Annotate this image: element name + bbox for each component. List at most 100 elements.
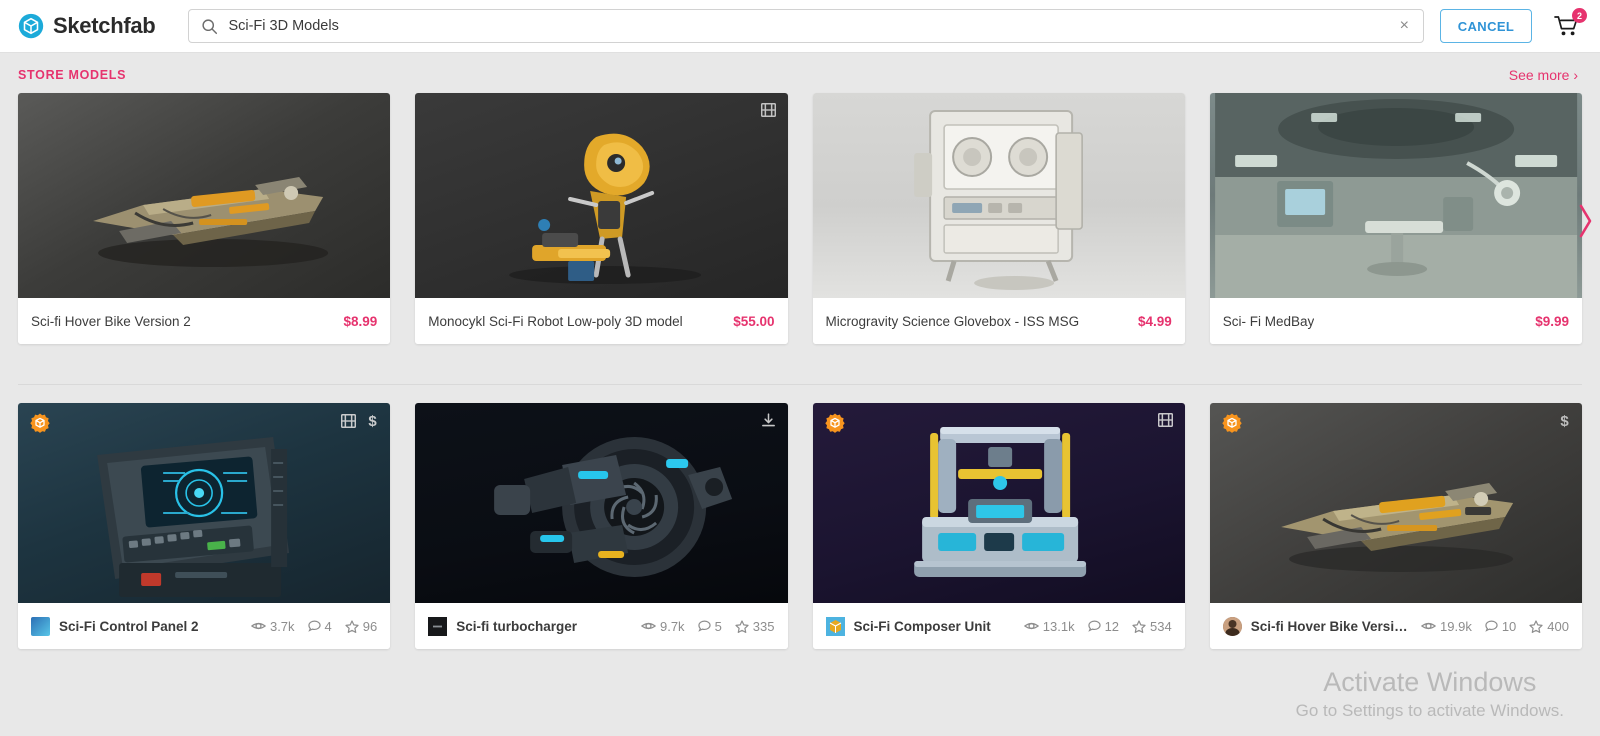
search-box[interactable]: × xyxy=(188,9,1424,43)
model-thumbnail[interactable] xyxy=(812,93,1185,298)
model-price: $8.99 xyxy=(343,313,378,329)
comments-stat: 10 xyxy=(1485,619,1516,634)
store-model-card[interactable]: Monocykl Sci-Fi Robot Low-poly 3D model … xyxy=(415,93,788,344)
likes-stat: 335 xyxy=(735,619,775,634)
likes-count: 400 xyxy=(1547,618,1569,634)
avatar-image xyxy=(825,616,845,636)
model-author[interactable]: Sci-fi Hover Bike Versio... xyxy=(1222,616,1412,636)
dollar-icon: $ xyxy=(369,413,378,429)
model-price: $9.99 xyxy=(1535,313,1569,329)
comments-count: 12 xyxy=(1104,618,1120,634)
model-author[interactable]: Sci-fi turbocharger xyxy=(428,616,578,636)
download-icon xyxy=(761,413,775,427)
likes-stat: 400 xyxy=(1529,619,1569,634)
avatar xyxy=(1222,616,1242,636)
star-icon xyxy=(735,619,749,633)
staff-pick-badge xyxy=(1222,413,1242,438)
store-models-section-header: STORE MODELS See more › xyxy=(0,53,1600,93)
brand-logo-link[interactable]: Sketchfab xyxy=(18,13,156,39)
staff-pick-badge xyxy=(824,413,845,438)
store-models-grid: Sci-fi Hover Bike Version 2 $8.99 Monocy… xyxy=(0,93,1600,344)
model-thumbnail[interactable]: $ xyxy=(1209,403,1582,603)
search-icon xyxy=(202,18,218,34)
model-thumbnail[interactable] xyxy=(415,93,788,298)
likes-stat: 534 xyxy=(1132,619,1172,634)
comment-icon xyxy=(697,620,711,632)
model-author[interactable]: Sci-Fi Composer Unit xyxy=(825,616,991,636)
views-stat: 19.9k xyxy=(1421,619,1472,634)
card-footer: Sci-fi Hover Bike Versio... 19.9k 10 400 xyxy=(1209,603,1582,649)
eye-icon xyxy=(1023,622,1039,630)
likes-count: 335 xyxy=(752,618,775,634)
store-model-card[interactable]: Sci- Fi MedBay $9.99 xyxy=(1209,93,1582,344)
eye-icon xyxy=(640,622,656,630)
model-thumbnail[interactable] xyxy=(415,403,788,603)
views-stat: 13.1k xyxy=(1023,618,1075,634)
avatar xyxy=(825,616,845,636)
model-card[interactable]: $ xyxy=(1209,403,1582,649)
section-divider xyxy=(18,384,1582,385)
model-stats: 3.7k 4 96 xyxy=(250,618,377,634)
cart-badge-count: 2 xyxy=(1572,8,1587,23)
animation-icon xyxy=(341,414,357,428)
card-footer: Sci-Fi Composer Unit 13.1k 12 534 xyxy=(812,603,1185,649)
animation-icon xyxy=(1157,413,1173,427)
model-title: Sci-Fi Composer Unit xyxy=(853,618,991,634)
comment-icon xyxy=(1485,620,1498,632)
clear-search-icon[interactable]: × xyxy=(1396,16,1413,36)
model-title: Sci-Fi Control Panel 2 xyxy=(59,618,199,634)
star-icon xyxy=(1132,619,1146,633)
thumbnail-badges xyxy=(1157,413,1173,427)
likes-count: 534 xyxy=(1150,618,1172,634)
views-stat: 3.7k xyxy=(250,618,295,634)
comments-stat: 12 xyxy=(1087,618,1120,634)
staff-pick-badge-icon xyxy=(1222,413,1242,433)
model-price: $55.00 xyxy=(733,313,775,329)
model-title: Sci-fi Hover Bike Versio... xyxy=(1250,618,1412,634)
card-footer: Sci-fi Hover Bike Version 2 $8.99 xyxy=(18,298,391,344)
views-count: 13.1k xyxy=(1042,618,1075,634)
model-author[interactable]: Sci-Fi Control Panel 2 xyxy=(31,616,199,636)
watermark-subtitle: Go to Settings to activate Windows. xyxy=(1295,700,1564,720)
search-input[interactable] xyxy=(228,18,1396,34)
model-thumbnail[interactable] xyxy=(812,403,1185,603)
model-title: Sci-fi turbocharger xyxy=(456,618,578,634)
see-more-link[interactable]: See more › xyxy=(1509,67,1578,83)
model-stats: 9.7k 5 335 xyxy=(640,619,775,634)
hover-bike-preview-art xyxy=(1280,483,1513,572)
shopping-cart-button[interactable]: 2 xyxy=(1552,8,1587,41)
cancel-button[interactable]: CANCEL xyxy=(1440,9,1532,43)
model-title: Microgravity Science Glovebox - ISS MSG xyxy=(825,313,1080,329)
model-thumbnail[interactable] xyxy=(18,93,391,298)
eye-icon xyxy=(1421,622,1437,630)
model-thumbnail[interactable]: $ xyxy=(18,403,391,603)
model-card[interactable]: $ xyxy=(18,403,391,649)
model-card[interactable]: Sci-fi turbocharger 9.7k 5 335 xyxy=(415,403,788,649)
eye-icon xyxy=(250,622,266,630)
comments-stat: 4 xyxy=(307,619,332,634)
dollar-icon: $ xyxy=(1560,413,1569,429)
avatar xyxy=(428,616,448,636)
likes-stat: 96 xyxy=(345,619,377,634)
card-footer: Monocykl Sci-Fi Robot Low-poly 3D model … xyxy=(415,298,788,344)
staff-pick-badge-icon xyxy=(824,413,845,433)
card-footer: Sci- Fi MedBay $9.99 xyxy=(1209,298,1582,344)
model-stats: 19.9k 10 400 xyxy=(1421,619,1569,634)
views-stat: 9.7k xyxy=(640,619,685,634)
store-model-card[interactable]: Sci-fi Hover Bike Version 2 $8.99 xyxy=(18,93,391,344)
glovebox-preview-art xyxy=(913,110,1083,290)
model-card[interactable]: Sci-Fi Composer Unit 13.1k 12 534 xyxy=(812,403,1185,649)
views-count: 3.7k xyxy=(269,618,295,634)
model-title: Sci-fi Hover Bike Version 2 xyxy=(31,313,191,329)
store-model-card[interactable]: Microgravity Science Glovebox - ISS MSG … xyxy=(812,93,1185,344)
thumbnail-badges: $ xyxy=(1559,413,1570,429)
control-panel-preview-art xyxy=(97,437,290,597)
avatar-image xyxy=(428,616,448,636)
model-stats: 13.1k 12 534 xyxy=(1023,618,1172,634)
svg-text:$: $ xyxy=(369,413,378,429)
carousel-next-button[interactable] xyxy=(1574,195,1598,247)
thumbnail-badges xyxy=(761,413,776,428)
turbocharger-preview-art xyxy=(494,437,733,577)
model-thumbnail[interactable] xyxy=(1209,93,1582,298)
comment-icon xyxy=(1087,620,1101,632)
